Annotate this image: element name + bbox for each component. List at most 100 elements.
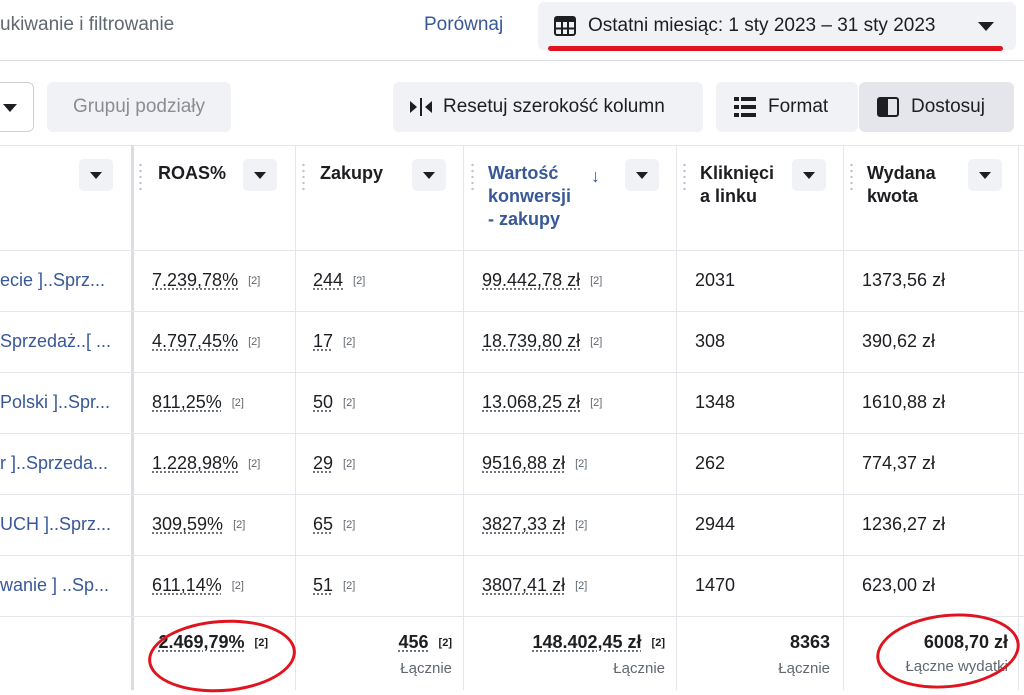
header-line: Kliknięci [700, 163, 775, 183]
note-marker: [2] [651, 637, 665, 649]
divider [0, 60, 1024, 61]
row-divider [0, 372, 1024, 373]
column-header-purchases[interactable]: Zakupy [320, 162, 383, 185]
ad-name-link[interactable]: UCH ]..Sprz... [0, 514, 111, 535]
reset-column-width-label: Resetuj szerokość kolumn [443, 96, 665, 117]
row-divider [0, 494, 1024, 495]
ad-name-link[interactable]: ecie ]..Sprz... [0, 270, 105, 291]
header-line: a linku [700, 186, 758, 206]
customize-button[interactable]: Dostosuj [859, 82, 1014, 132]
total-conversion-value-value[interactable]: 148.402,45 zł [532, 632, 641, 652]
roas-value[interactable]: 811,25% [152, 392, 222, 412]
conversion-value-cell: 3827,33 zł [2] [482, 514, 587, 535]
roas-value[interactable]: 611,14% [152, 575, 222, 595]
roas-cell: 309,59% [2] [152, 514, 245, 535]
column-menu-button[interactable] [79, 159, 113, 191]
note-marker: [2] [343, 336, 356, 348]
purchases-value[interactable]: 65 [313, 514, 333, 534]
dropdown-button[interactable] [0, 82, 34, 132]
total-label: Łącznie [613, 660, 665, 677]
roas-cell: 4.797,45% [2] [152, 331, 260, 352]
calendar-icon [554, 16, 576, 36]
amount-spent-value: 1373,56 zł [862, 270, 946, 290]
link-clicks-value: 1470 [695, 575, 736, 595]
column-menu-button[interactable] [792, 159, 826, 191]
roas-value[interactable]: 309,59% [152, 514, 223, 534]
row-divider [0, 616, 1024, 617]
purchases-cell: 17 [2] [313, 331, 355, 352]
column-header-link-clicks[interactable]: Kliknięci a linku [700, 162, 774, 208]
total-conversion-value: 148.402,45 zł [2] [532, 632, 665, 653]
note-marker: [2] [343, 580, 356, 592]
purchases-value[interactable]: 17 [313, 331, 333, 351]
compare-link[interactable]: Porównaj [424, 14, 503, 36]
conversion-value[interactable]: 3827,33 zł [482, 514, 565, 534]
note-marker: [2] [248, 336, 261, 348]
purchases-value[interactable]: 29 [313, 453, 333, 473]
column-menu-button[interactable] [625, 159, 659, 191]
roas-value[interactable]: 4.797,45% [152, 331, 238, 351]
table-top-border [0, 145, 1024, 146]
amount-spent-value: 1610,88 zł [862, 392, 946, 412]
note-marker: [2] [248, 458, 261, 470]
conversion-value-cell: 13.068,25 zł [2] [482, 392, 602, 413]
ad-name-link[interactable]: r ]..Sprzeda... [0, 453, 108, 474]
ad-name-link[interactable]: wanie ] ..Sp... [0, 575, 109, 596]
format-label: Format [768, 96, 829, 117]
link-clicks-value: 2944 [695, 514, 736, 534]
purchases-value[interactable]: 244 [313, 270, 343, 290]
conversion-value-cell: 18.739,80 zł [2] [482, 331, 602, 352]
link-clicks-value: 1348 [695, 392, 736, 412]
total-purchases-value[interactable]: 456 [399, 632, 429, 652]
ad-name-link[interactable]: Polski ]..Spr... [0, 392, 110, 413]
reset-column-width-button[interactable]: Resetuj szerokość kolumn [393, 82, 703, 132]
note-marker: [2] [575, 458, 588, 470]
column-menu-button[interactable] [968, 159, 1002, 191]
sort-filter-label[interactable]: ukiwanie i filtrowanie [0, 14, 174, 36]
link-clicks-value: 262 [695, 453, 726, 473]
group-breakdowns-button[interactable]: Grupuj podziały [47, 82, 231, 132]
date-range-button[interactable]: Ostatni miesiąc: 1 sty 2023 – 31 sty 202… [538, 2, 1016, 50]
column-header-conversion-value[interactable]: Wartość konwersji - zakupy [488, 162, 571, 231]
conversion-value[interactable]: 99.442,78 zł [482, 270, 580, 290]
header-line: kwota [867, 186, 919, 206]
conversion-value[interactable]: 9516,88 zł [482, 453, 565, 473]
annotation-circle [145, 614, 299, 695]
conversion-value[interactable]: 13.068,25 zł [482, 392, 580, 412]
amount-spent-value: 623,00 zł [862, 575, 936, 595]
drag-handle[interactable] [850, 162, 853, 190]
roas-value[interactable]: 1.228,98% [152, 453, 238, 473]
note-marker: [2] [231, 580, 244, 592]
amount-spent-value: 1236,27 zł [862, 514, 946, 534]
column-header-amount-spent[interactable]: Wydana kwota [867, 162, 936, 208]
purchases-value[interactable]: 50 [313, 392, 333, 412]
roas-value[interactable]: 7.239,78% [152, 270, 238, 290]
column-divider [131, 145, 134, 690]
note-marker: [2] [438, 637, 452, 649]
column-menu-button[interactable] [412, 159, 446, 191]
column-divider [295, 145, 296, 690]
ad-name-link[interactable]: Sprzedaż..[ ... [0, 331, 111, 352]
chevron-down-icon [978, 22, 994, 31]
note-marker: [2] [231, 397, 244, 409]
header-line: Wydana [867, 163, 936, 183]
purchases-value[interactable]: 51 [313, 575, 333, 595]
drag-handle[interactable] [683, 162, 686, 190]
column-divider [843, 145, 844, 690]
conversion-value-cell: 3807,41 zł [2] [482, 575, 587, 596]
row-divider [0, 311, 1024, 312]
format-button[interactable]: Format [716, 82, 858, 132]
drag-handle[interactable] [471, 162, 474, 190]
customize-label: Dostosuj [911, 96, 985, 117]
conversion-value-cell: 99.442,78 zł [2] [482, 270, 602, 291]
column-divider [676, 145, 677, 690]
column-header-roas[interactable]: ROAS% [158, 162, 226, 185]
conversion-value[interactable]: 3807,41 zł [482, 575, 565, 595]
note-marker: [2] [590, 275, 603, 287]
purchases-cell: 65 [2] [313, 514, 355, 535]
conversion-value[interactable]: 18.739,80 zł [482, 331, 580, 351]
total-label: Łącznie [400, 660, 452, 677]
column-menu-button[interactable] [243, 159, 277, 191]
drag-handle[interactable] [302, 162, 305, 190]
drag-handle[interactable] [139, 162, 142, 190]
